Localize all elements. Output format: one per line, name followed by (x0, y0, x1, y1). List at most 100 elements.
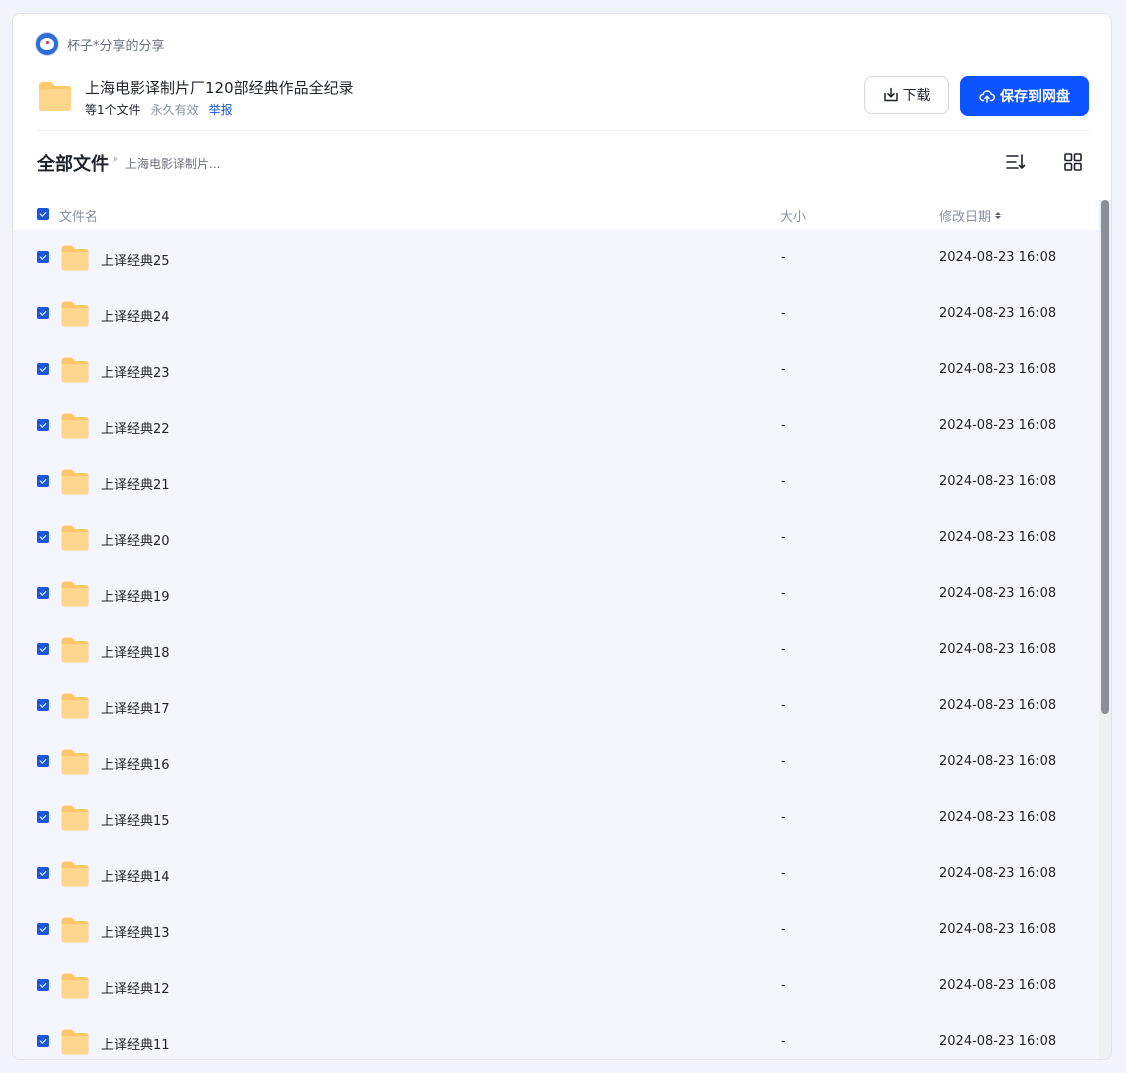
download-icon (883, 87, 898, 102)
file-name[interactable]: 上译经典12 (101, 978, 170, 997)
file-name[interactable]: 上译经典18 (101, 642, 170, 661)
row-checkbox[interactable] (37, 867, 49, 879)
file-name[interactable]: 上译经典24 (101, 306, 170, 325)
row-checkbox[interactable] (37, 923, 49, 935)
file-size: - (781, 754, 786, 769)
row-checkbox[interactable] (37, 251, 49, 263)
file-date: 2024-08-23 16:08 (939, 1034, 1057, 1049)
file-name[interactable]: 上译经典23 (101, 362, 170, 381)
sharer-name: 杯子*分享的分享 (67, 38, 165, 54)
table-row[interactable]: 上译经典21 - 2024-08-23 16:08 (13, 454, 1099, 510)
table-row[interactable]: 上译经典23 - 2024-08-23 16:08 (13, 342, 1099, 398)
file-date: 2024-08-23 16:08 (939, 810, 1057, 825)
file-date: 2024-08-23 16:08 (939, 586, 1057, 601)
row-checkbox[interactable] (37, 419, 49, 431)
header-divider (37, 130, 1089, 131)
row-checkbox[interactable] (37, 587, 49, 599)
folder-icon (61, 245, 89, 271)
sort-icon[interactable] (1005, 152, 1027, 172)
table-row[interactable]: 上译经典11 - 2024-08-23 16:08 (13, 1014, 1099, 1059)
column-date-label: 修改日期 (939, 210, 992, 225)
expire-status: 永久有效 (150, 103, 199, 117)
table-row[interactable]: 上译经典18 - 2024-08-23 16:08 (13, 622, 1099, 678)
row-checkbox[interactable] (37, 363, 49, 375)
folder-icon (61, 861, 89, 887)
column-date[interactable]: 修改日期 (939, 206, 1002, 225)
file-name[interactable]: 上译经典17 (101, 698, 170, 717)
share-header: 上海电影译制片厂120部经典作品全纪录 等1个文件 永久有效 举报 下载 保存到… (37, 76, 1089, 132)
scrollbar-thumb[interactable] (1101, 200, 1109, 714)
table-row[interactable]: 上译经典22 - 2024-08-23 16:08 (13, 398, 1099, 454)
table-row[interactable]: 上译经典20 - 2024-08-23 16:08 (13, 510, 1099, 566)
table-row[interactable]: 上译经典15 - 2024-08-23 16:08 (13, 790, 1099, 846)
file-size: - (781, 474, 786, 489)
table-row[interactable]: 上译经典24 - 2024-08-23 16:08 (13, 286, 1099, 342)
folder-icon (61, 1029, 89, 1055)
row-checkbox[interactable] (37, 307, 49, 319)
row-checkbox[interactable] (37, 755, 49, 767)
file-name[interactable]: 上译经典14 (101, 866, 170, 885)
folder-icon (61, 413, 89, 439)
sharer-info: 杯子*分享的分享 (35, 32, 165, 56)
table-row[interactable]: 上译经典12 - 2024-08-23 16:08 (13, 958, 1099, 1014)
save-to-drive-button[interactable]: 保存到网盘 (960, 76, 1089, 116)
avatar[interactable] (35, 32, 59, 56)
file-name[interactable]: 上译经典25 (101, 250, 170, 269)
file-count: 等1个文件 (85, 103, 141, 117)
breadcrumb-separator-icon (114, 156, 118, 162)
file-size: - (781, 250, 786, 265)
breadcrumb-current[interactable]: 上海电影译制片... (125, 155, 220, 172)
file-date: 2024-08-23 16:08 (939, 698, 1057, 713)
breadcrumb-root[interactable]: 全部文件 (37, 150, 109, 176)
folder-icon (61, 693, 89, 719)
table-row[interactable]: 上译经典25 - 2024-08-23 16:08 (13, 230, 1099, 286)
file-name[interactable]: 上译经典19 (101, 586, 170, 605)
table-row[interactable]: 上译经典19 - 2024-08-23 16:08 (13, 566, 1099, 622)
file-size: - (781, 362, 786, 377)
file-date: 2024-08-23 16:08 (939, 250, 1057, 265)
file-size: - (781, 922, 786, 937)
row-checkbox[interactable] (37, 811, 49, 823)
file-name[interactable]: 上译经典21 (101, 474, 170, 493)
file-list: 上译经典25 - 2024-08-23 16:08 上译经典24 - 2024-08-23… (13, 230, 1099, 1059)
column-size: 大小 (780, 210, 807, 225)
grid-view-icon[interactable] (1063, 152, 1083, 172)
download-button[interactable]: 下载 (864, 76, 949, 114)
folder-icon (61, 301, 89, 327)
scrollbar[interactable] (1099, 200, 1111, 1059)
file-size: - (781, 978, 786, 993)
file-size: - (781, 866, 786, 881)
folder-icon (61, 525, 89, 551)
file-size: - (781, 418, 786, 433)
row-checkbox[interactable] (37, 531, 49, 543)
row-checkbox[interactable] (37, 979, 49, 991)
file-name[interactable]: 上译经典15 (101, 810, 170, 829)
file-date: 2024-08-23 16:08 (939, 922, 1057, 937)
row-checkbox[interactable] (37, 475, 49, 487)
share-panel: 杯子*分享的分享 上海电影译制片厂120部经典作品全纪录 等1个文件 永久有效 … (12, 13, 1112, 1060)
folder-icon (61, 581, 89, 607)
download-label: 下载 (902, 88, 931, 104)
file-size: - (781, 1034, 786, 1049)
table-row[interactable]: 上译经典13 - 2024-08-23 16:08 (13, 902, 1099, 958)
row-checkbox[interactable] (37, 699, 49, 711)
file-name[interactable]: 上译经典11 (101, 1034, 170, 1053)
report-link[interactable]: 举报 (209, 101, 233, 118)
table-row[interactable]: 上译经典14 - 2024-08-23 16:08 (13, 846, 1099, 902)
file-date: 2024-08-23 16:08 (939, 978, 1057, 993)
table-row[interactable]: 上译经典16 - 2024-08-23 16:08 (13, 734, 1099, 790)
save-label: 保存到网盘 (1000, 89, 1070, 105)
select-all-checkbox[interactable] (37, 208, 49, 220)
column-name: 文件名 (59, 210, 99, 225)
file-name[interactable]: 上译经典20 (101, 530, 170, 549)
table-row[interactable]: 上译经典17 - 2024-08-23 16:08 (13, 678, 1099, 734)
row-checkbox[interactable] (37, 643, 49, 655)
share-title: 上海电影译制片厂120部经典作品全纪录 (85, 79, 354, 97)
file-size: - (781, 642, 786, 657)
file-size: - (781, 810, 786, 825)
file-name[interactable]: 上译经典16 (101, 754, 170, 773)
folder-icon (39, 82, 71, 111)
file-name[interactable]: 上译经典22 (101, 418, 170, 437)
row-checkbox[interactable] (37, 1035, 49, 1047)
file-name[interactable]: 上译经典13 (101, 922, 170, 941)
